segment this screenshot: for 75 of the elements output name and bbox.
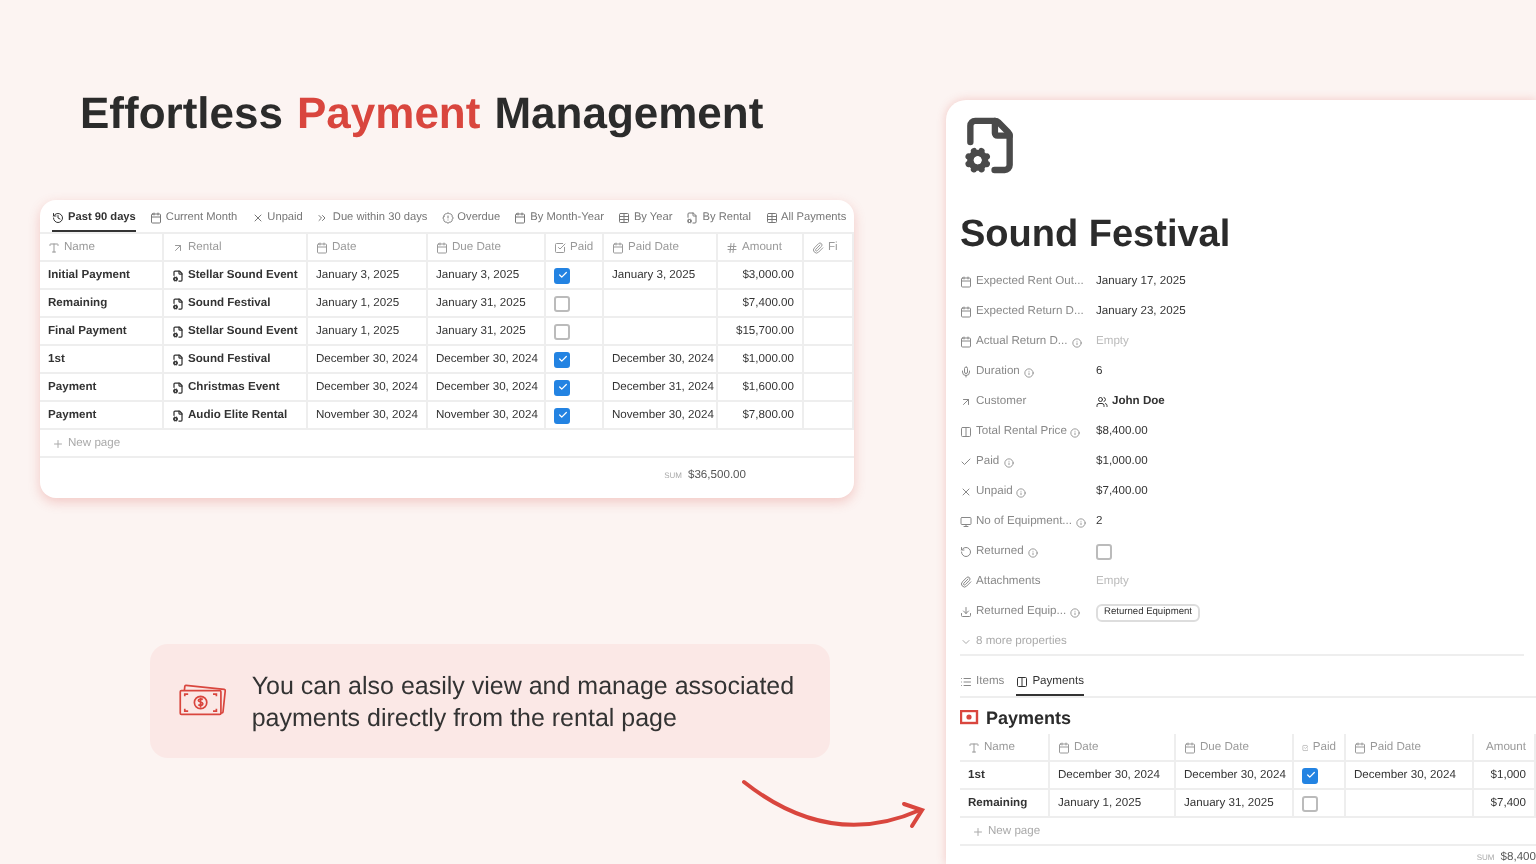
arrow-up-right-icon <box>960 396 972 409</box>
hash-icon <box>726 241 738 253</box>
table-cell <box>804 318 854 346</box>
microphone-icon <box>960 366 972 379</box>
info-icon <box>1016 487 1027 498</box>
text-icon <box>968 741 980 754</box>
text-icon <box>48 241 60 253</box>
file-gear-icon <box>172 297 184 309</box>
undo-icon <box>960 546 972 559</box>
info-icon <box>1070 427 1081 438</box>
check-icon <box>960 456 972 469</box>
headline-word: Management <box>494 88 764 140</box>
callout-text: You can also easily view and manage associated payments directly from the rental page <box>251 669 797 733</box>
info-icon <box>1003 457 1014 468</box>
file-gear-icon <box>172 325 184 337</box>
calendar-icon <box>1354 741 1366 754</box>
checkbox[interactable] <box>554 267 570 283</box>
table-cell <box>804 402 854 430</box>
checkbox[interactable] <box>1096 544 1112 561</box>
calendar-icon <box>1184 741 1196 754</box>
info-icon <box>1023 367 1034 378</box>
checkbox[interactable] <box>1302 795 1318 812</box>
checkbox[interactable] <box>554 351 570 367</box>
file-gear-icon <box>172 409 184 421</box>
table-cell <box>804 290 854 318</box>
headline-word: Payment <box>296 88 481 140</box>
checkbox[interactable] <box>554 295 570 311</box>
table-icon <box>617 211 630 223</box>
x-icon <box>251 211 264 223</box>
x-icon <box>960 486 972 499</box>
section-title: Payments <box>986 708 1072 729</box>
checkbox-icon <box>1302 741 1309 754</box>
table-cell <box>804 374 854 402</box>
columns-icon <box>960 426 972 439</box>
checkbox[interactable] <box>554 407 570 423</box>
checkbox[interactable] <box>554 323 570 339</box>
info-icon <box>1076 517 1087 528</box>
people-icon <box>1096 396 1108 409</box>
calendar-icon <box>960 305 972 318</box>
file-gear-icon <box>172 269 184 281</box>
calendar-icon <box>1058 741 1070 754</box>
headline-word: Effortless <box>80 88 283 140</box>
list-icon <box>960 675 972 688</box>
info-icon <box>1071 337 1082 347</box>
checkbox[interactable] <box>1302 767 1318 784</box>
payments-icon <box>960 709 980 728</box>
page-title: Sound Festival <box>960 214 1233 259</box>
calendar-icon <box>316 241 328 253</box>
info-icon <box>1027 547 1038 558</box>
file-gear-icon <box>172 381 184 393</box>
calendar-icon <box>960 275 972 288</box>
calendar-icon <box>436 241 448 253</box>
alert-icon <box>441 211 454 223</box>
paperclip-icon <box>812 241 824 253</box>
calendar-icon <box>612 241 624 253</box>
history-icon <box>52 211 64 223</box>
calendar-icon <box>960 336 972 348</box>
monitor-icon <box>960 516 972 529</box>
chevron-down-icon <box>960 635 972 648</box>
file-gear-icon <box>172 353 184 365</box>
file-gear-icon <box>686 211 699 223</box>
arrow-up-right-icon <box>172 241 184 253</box>
table-cell <box>804 346 854 374</box>
table-cell <box>804 262 854 290</box>
info-icon <box>1070 607 1081 618</box>
calendar-icon <box>514 211 527 223</box>
download-icon <box>960 606 972 619</box>
plus-icon <box>972 825 984 838</box>
checkbox[interactable] <box>554 379 570 395</box>
calendar-icon <box>149 211 162 223</box>
table-icon <box>765 211 777 223</box>
plus-icon <box>52 437 64 449</box>
paperclip-icon <box>960 576 972 589</box>
checkbox-icon <box>554 241 566 253</box>
columns-icon <box>1016 675 1029 688</box>
